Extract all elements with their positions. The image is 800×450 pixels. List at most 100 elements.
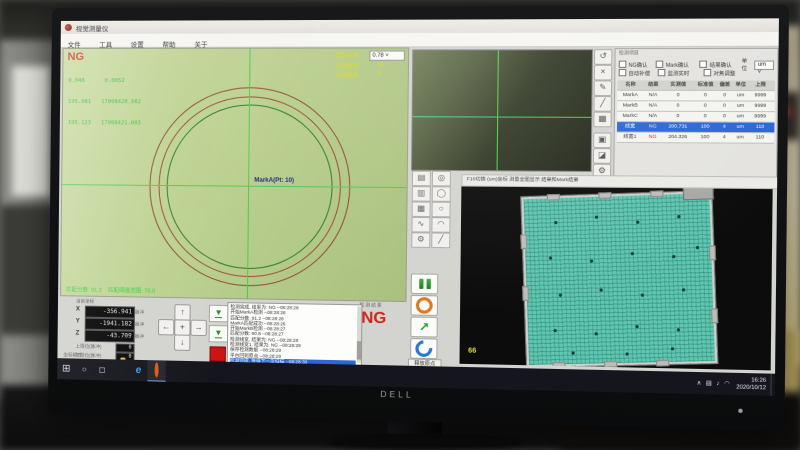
jog-center-button[interactable]: + [174,319,190,335]
measure-app-taskbar-button[interactable] [147,359,165,383]
search-circle-icon: ○ [82,365,87,374]
log-scrollbar-thumb[interactable] [357,341,361,360]
grid-icon: ▦ [417,204,425,213]
taskbar-clock[interactable]: 16:26 2020/10/12 [736,377,766,391]
coordinate-readout: 0.048 0.0052 195.081 17098420.662 195.12… [68,64,142,142]
gantry-head [683,186,714,200]
result-value: NG [361,309,386,328]
ellipse-icon: ◎ [438,173,445,182]
table-row-selected[interactable]: 线宽NG200.7311004um110 [617,122,775,133]
image-button[interactable]: ▣ [593,132,612,148]
power-led [738,409,742,413]
axis-x-unit: 脉冲 [135,310,144,316]
menubar: 文件 工具 设置 帮助 关于 [61,32,779,48]
monitor-stand-base [330,434,520,447]
overview-camera[interactable] [411,49,593,172]
start-button[interactable]: ⊞ [57,358,75,379]
grid-tool-button[interactable]: ▥ [412,186,431,202]
log-scrollbar[interactable] [357,306,362,362]
board-tab [553,362,566,368]
ng-confirm-checkbox[interactable]: NG确认 [619,61,654,69]
upper-limit-label: 上限位(脉冲) [75,344,101,351]
snapshot-button[interactable]: ◪ [593,148,612,164]
show-desktop-button[interactable] [770,374,775,396]
rotate-button[interactable]: ↺ [594,49,613,65]
result-confirm-checkbox[interactable]: 结果确认 [700,61,740,69]
draw-icon: ✎ [599,82,606,91]
results-table: 名称结果实测值标准值偏差单位上限 MarkAN/A000um9999 MarkB… [617,80,775,143]
close-button[interactable]: × [594,65,613,81]
stop-button[interactable] [209,346,225,362]
arc-icon: ◠ [437,219,444,228]
jog-right-button[interactable]: → [190,320,206,336]
jog-down-button[interactable]: ↓ [174,334,190,350]
erase-button[interactable]: ▦ [593,112,612,128]
jog-left-button[interactable]: ← [158,319,174,335]
camera-view[interactable]: MarkA(Pt: 10) NG 0.048 0.0052 195.081 17… [60,47,409,302]
outer-circle [148,87,351,288]
tray-defender-icon[interactable]: ▤ [706,380,712,387]
table-row[interactable]: 线宽1NG204.3261004um110 [617,133,775,144]
record-button[interactable] [411,295,439,316]
monitor-realtime-checkbox[interactable]: 监测实时 [658,69,702,77]
jog-up-button[interactable]: ↑ [174,304,190,320]
table-row[interactable]: MarkCN/A000um9999 [617,112,775,123]
pause-icon [426,279,430,289]
green-circle [166,104,334,270]
down-arrow-tray-icon: ▼ [215,308,223,318]
erase-icon: ▦ [598,114,606,123]
overview-crosshair-vertical [497,50,499,170]
system-tray: ∧ ▤ ♪ ◠ [696,379,729,387]
mark-confirm-checkbox[interactable]: Mark确认 [656,61,698,69]
table-header-row: 名称结果实测值标准值偏差单位上限 [617,80,775,91]
small-circle-tool-button[interactable]: ○ [432,202,451,218]
line-button[interactable]: ╱ [593,96,612,112]
export-button[interactable]: ↗ [410,317,438,338]
arc-tool-button[interactable]: ◠ [431,217,450,233]
draw-button[interactable]: ✎ [594,80,613,96]
grid-tool-button[interactable]: ▦ [412,201,431,217]
tool-settings-button[interactable]: ⚙ [411,232,430,248]
table-row[interactable]: MarkAN/A000um9999 [617,91,775,102]
exposure-label: 曝光倍率 [336,52,359,60]
tray-volume-icon[interactable]: ♪ [716,380,719,386]
load-button[interactable]: ▼ [209,305,229,323]
polyline-tool-button[interactable]: ∿ [411,217,430,233]
panel-map-view[interactable]: 66 [459,186,772,370]
tray-chevron-icon[interactable]: ∧ [696,379,701,386]
gear-icon: ⚙ [598,166,606,175]
pause-button[interactable] [411,273,439,294]
focus-adjust-checkbox[interactable]: 对焦调整 [703,69,745,77]
crosshair-horizontal [62,184,406,188]
log-list[interactable]: 检测完成, 结果为: NG --08:28:28 开始MarkA检测 --08:… [227,302,363,367]
search-button[interactable]: ○ [75,359,93,380]
table-row[interactable]: MarkBN/A000um9999 [617,101,775,112]
circle-tool-button[interactable]: ◯ [432,186,451,202]
ng-flag: NG [67,51,84,63]
image-icon: ▣ [598,135,606,144]
checkbox-icon [658,69,666,76]
mark-label: MarkA(Pt: 10) [254,178,294,184]
unload-button[interactable]: ▼ [209,325,229,343]
auto-compensate-checkbox[interactable]: 自动补偿 [619,69,656,77]
line-tool-button[interactable]: ╱ [431,233,450,249]
line-icon: ╱ [438,235,443,244]
explorer-button[interactable] [111,359,129,381]
refresh-button[interactable] [410,338,438,359]
jump-arrow-icon: ↗ [419,322,430,332]
col-limit: 上限 [749,81,771,91]
col-deviation: 偏差 [718,81,732,90]
taskview-button[interactable]: ◻ [93,359,111,380]
ellipse-tool-button[interactable]: ◎ [432,171,451,187]
col-name: 名称 [617,80,643,89]
gear-icon: ⚙ [417,234,425,243]
checkbox-icon [619,69,627,76]
board-tab [547,194,560,201]
app-icon [65,24,72,31]
exposure-dropdown[interactable]: 0.78 ˅ [369,50,405,60]
grid-tool-button[interactable]: ▤ [412,171,431,187]
rotate-icon: ↺ [600,51,607,60]
edge-button[interactable]: e [129,360,147,382]
tray-network-icon[interactable]: ◠ [724,380,730,387]
refresh-icon [412,337,436,360]
